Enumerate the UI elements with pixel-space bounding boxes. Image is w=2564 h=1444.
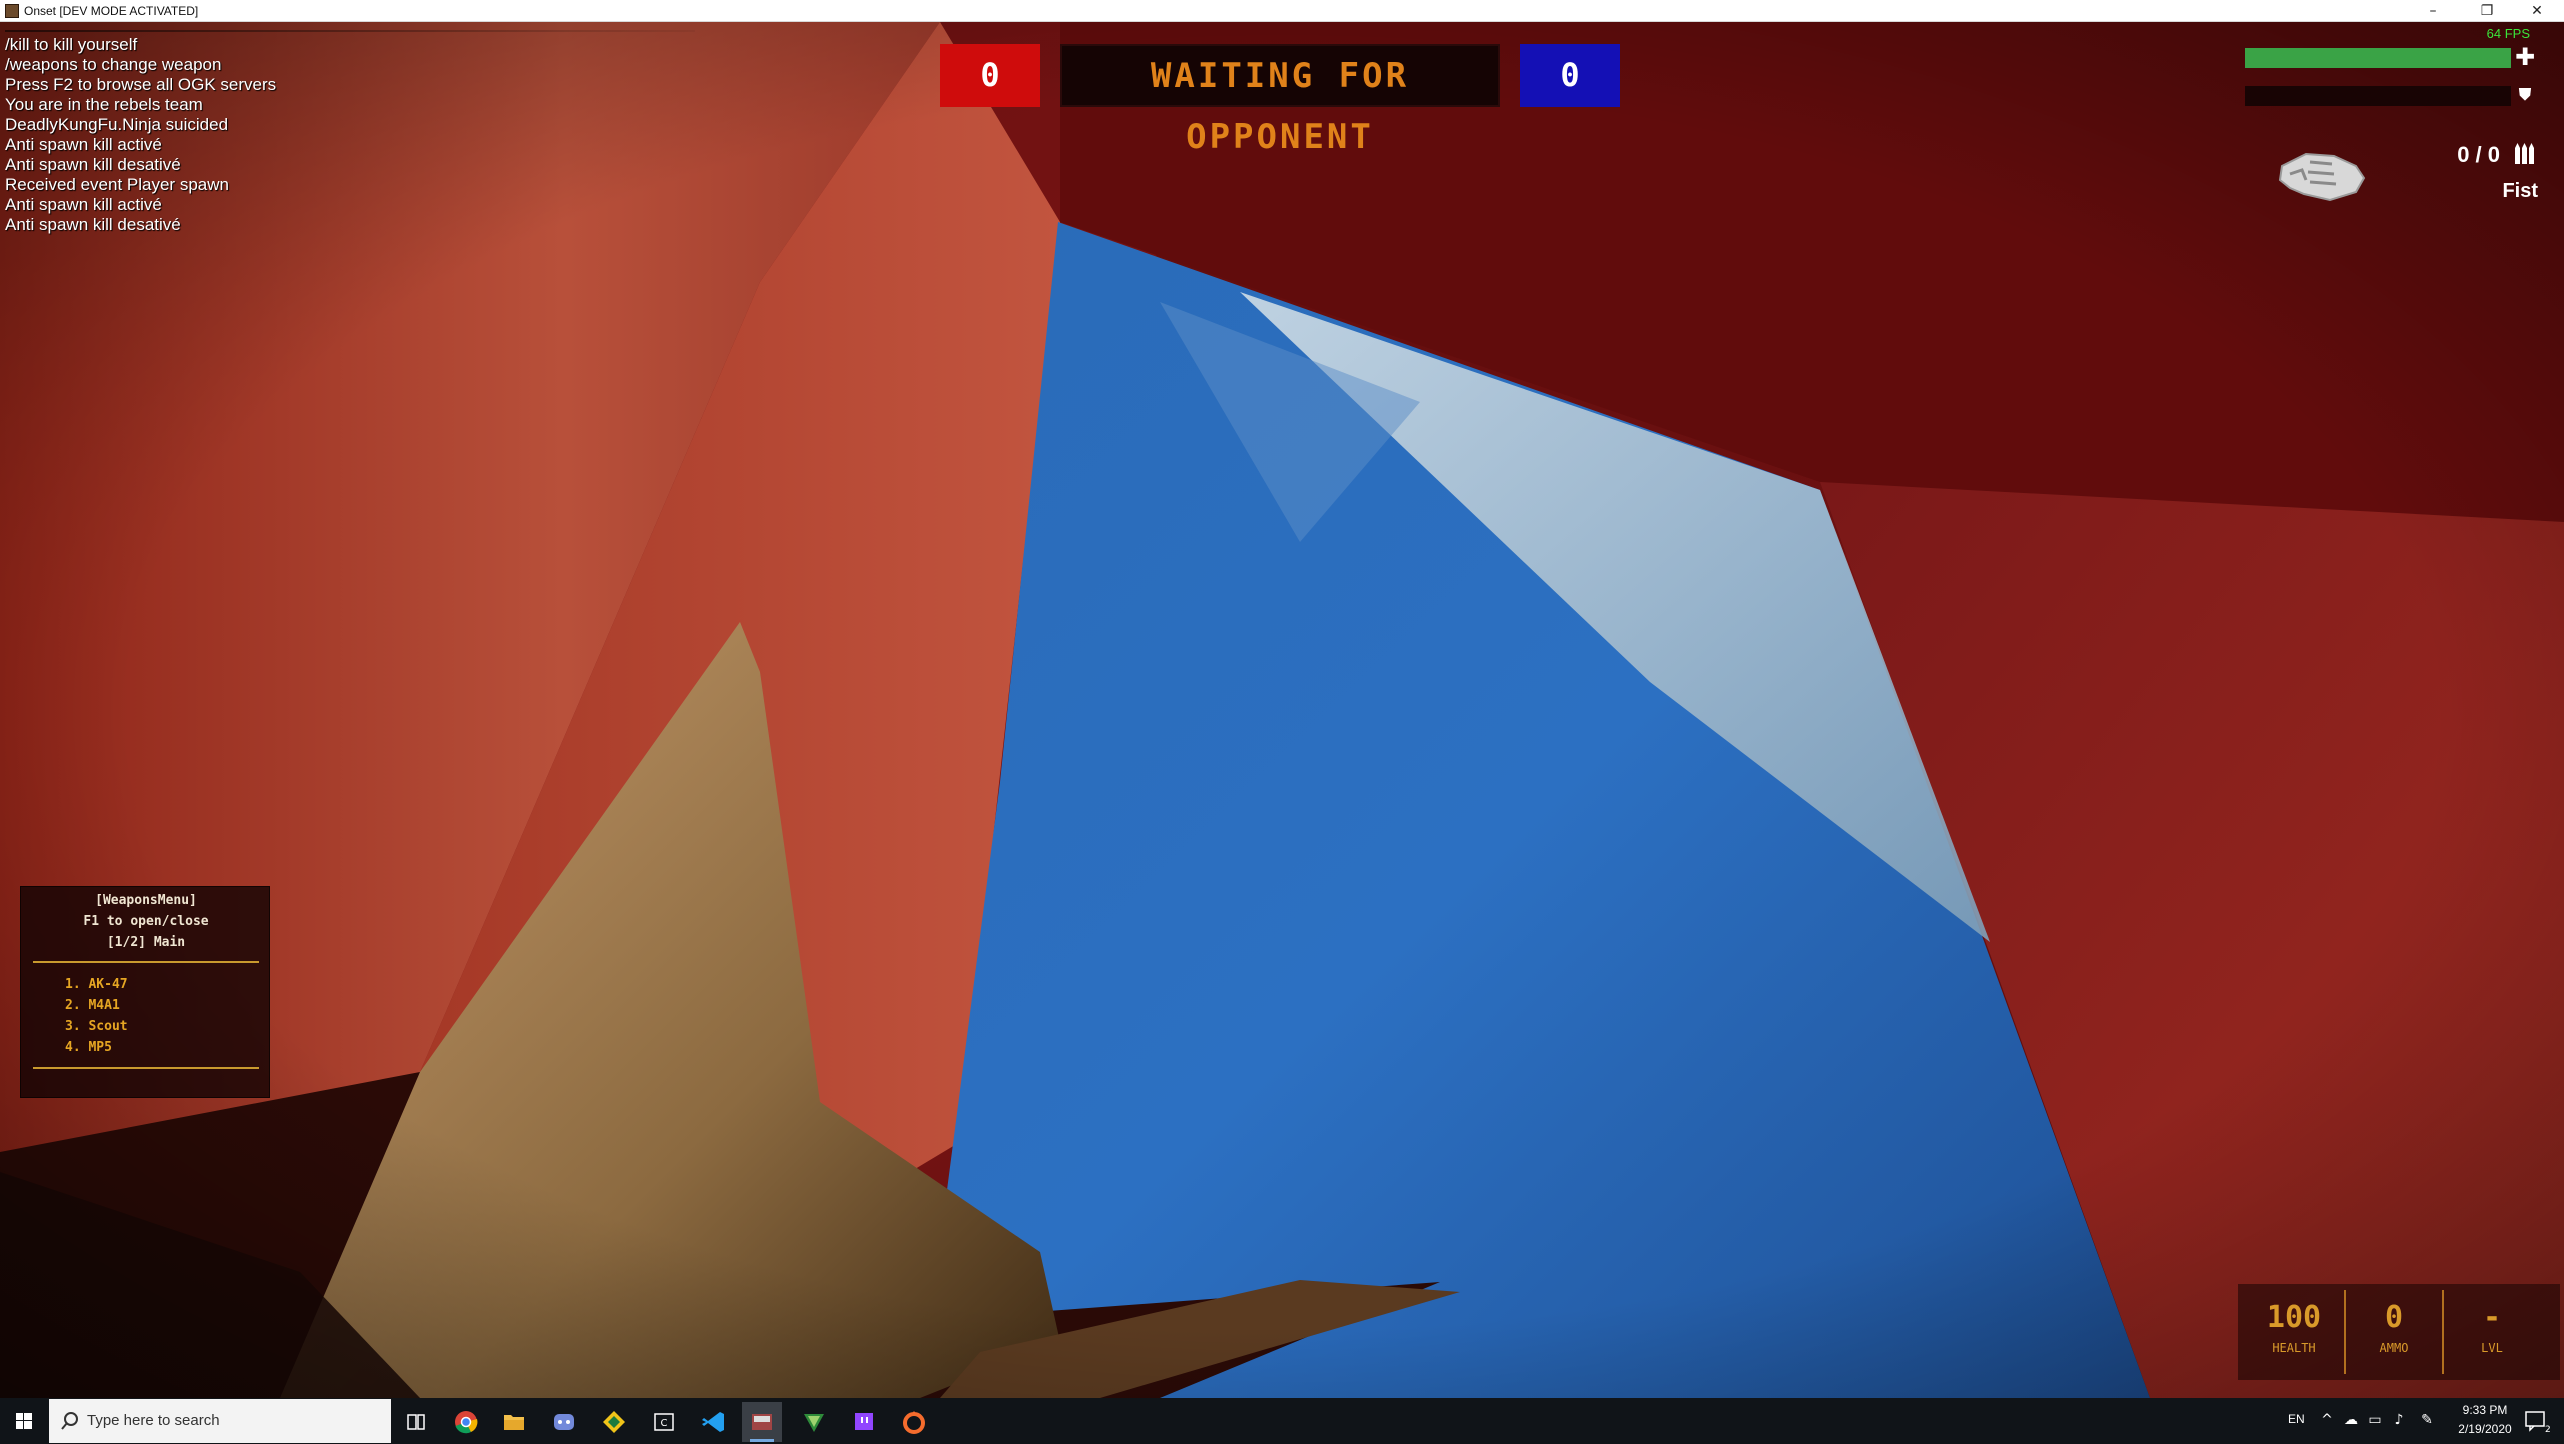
level-stat-label: LVL (2481, 1341, 2503, 1355)
weapon-option-m4a1[interactable]: 2. M4A1 (65, 998, 120, 1013)
weapon-option-mp5[interactable]: 4. MP5 (65, 1040, 112, 1055)
cpu-monitor-icon[interactable]: C (644, 1402, 684, 1442)
onset-app-icon (5, 4, 19, 18)
stats-panel: 100 HEALTH 0 AMMO - LVL (2238, 1284, 2560, 1380)
health-bar (2245, 48, 2511, 68)
chat-line: Received event Player spawn (5, 175, 229, 194)
minimize-button[interactable]: – (2410, 0, 2456, 22)
cloud-icon[interactable]: ☁ (2342, 1410, 2360, 1430)
window-title: Onset [DEV MODE ACTIVATED] (24, 4, 199, 18)
taskbar: Type here to search C EN ^ ☁ ▭ ♪ ✎ 9:33 … (0, 1398, 2564, 1444)
health-stat: 100 HEALTH (2246, 1284, 2342, 1380)
search-placeholder: Type here to search (87, 1412, 220, 1429)
origin-icon[interactable] (894, 1402, 934, 1442)
shield-icon: ⛊ (2518, 85, 2532, 105)
file-explorer-icon[interactable] (494, 1402, 534, 1442)
weapon-name: Fist (2502, 180, 2538, 202)
level-stat-value: - (2482, 1300, 2502, 1335)
chat-line: /weapons to change weapon (5, 55, 222, 74)
chat-line: You are in the rebels team (5, 95, 203, 114)
task-view-icon[interactable] (396, 1402, 436, 1442)
health-stat-label: HEALTH (2272, 1341, 2316, 1355)
git-client-icon[interactable] (594, 1402, 634, 1442)
twitch-icon[interactable] (844, 1402, 884, 1442)
onset-icon (752, 1414, 772, 1430)
chat-line: Press F2 to browse all OGK servers (5, 75, 277, 94)
weapon-option-ak47[interactable]: 1. AK-47 (65, 977, 128, 992)
blue-team-score: 0 (1520, 44, 1620, 107)
chat-line: DeadlyKungFu.Ninja suicided (5, 115, 229, 134)
chat-line: Anti spawn kill desativé (5, 155, 181, 174)
language-indicator[interactable]: EN (2288, 1412, 2305, 1426)
network-icon[interactable]: ▭ (2366, 1410, 2384, 1430)
restore-button[interactable]: ❐ (2464, 0, 2510, 22)
volume-icon[interactable]: ♪ (2390, 1410, 2408, 1430)
game-viewport[interactable]: /kill to kill yourself /weapons to chang… (0, 22, 2564, 1398)
chat-line: /kill to kill yourself (5, 35, 138, 54)
weapons-menu: [WeaponsMenu] F1 to open/close [1/2] Mai… (20, 886, 270, 1098)
chat-log: /kill to kill yourself /weapons to chang… (5, 30, 695, 235)
chat-line: Anti spawn kill activé (5, 135, 162, 154)
weapon-option-scout[interactable]: 3. Scout (65, 1019, 128, 1034)
match-status-banner: WAITING FOR OPPONENT (1060, 44, 1500, 157)
chat-line: Anti spawn kill activé (5, 195, 162, 214)
taskbar-search-input[interactable]: Type here to search (49, 1399, 391, 1443)
clock-date[interactable]: 2/19/2020 (2440, 1422, 2530, 1436)
fps-counter: 64 FPS (2486, 26, 2530, 41)
ammo-stat-value: 0 (2384, 1300, 2404, 1335)
armor-bar (2245, 86, 2511, 106)
weapons-menu-title: [WeaponsMenu] (95, 893, 197, 908)
chevron-up-icon[interactable]: ^ (2318, 1410, 2336, 1430)
health-bar-fill (2245, 48, 2511, 68)
vim-icon[interactable] (794, 1402, 834, 1442)
pen-icon[interactable]: ✎ (2418, 1410, 2436, 1430)
ammo-counter: 0 / 0 (2457, 142, 2500, 167)
close-button[interactable]: ✕ (2514, 0, 2560, 22)
weapons-menu-divider (33, 1067, 259, 1069)
discord-icon[interactable] (544, 1402, 584, 1442)
ammo-stat: 0 AMMO (2346, 1284, 2442, 1380)
plus-icon: ✚ (2514, 43, 2536, 71)
active-indicator (750, 1439, 774, 1442)
ammo-icon (2515, 143, 2534, 164)
weapons-menu-page: [1/2] Main (106, 935, 186, 950)
weapons-menu-divider (33, 961, 259, 963)
chrome-icon[interactable] (446, 1402, 486, 1442)
ammo-stat-label: AMMO (2379, 1341, 2409, 1355)
chat-divider (5, 30, 695, 32)
windows-start-icon[interactable] (0, 1398, 48, 1444)
chat-line: Anti spawn kill desativé (5, 215, 181, 234)
notification-center-icon[interactable]: 2 (2520, 1408, 2552, 1434)
window-title-bar: Onset [DEV MODE ACTIVATED] – ❐ ✕ (0, 0, 2564, 22)
weapons-menu-hint: F1 to open/close (83, 914, 209, 929)
vscode-icon[interactable] (694, 1402, 734, 1442)
clock-time[interactable]: 9:33 PM (2440, 1403, 2530, 1417)
svg-text:C: C (661, 1418, 668, 1429)
red-team-score: 0 (940, 44, 1040, 107)
search-icon (61, 1412, 78, 1430)
health-stat-value: 100 (2266, 1300, 2322, 1335)
fist-icon (2278, 152, 2366, 202)
notification-count: 2 (2545, 1425, 2551, 1434)
onset-app-button[interactable] (742, 1402, 782, 1442)
level-stat: - LVL (2444, 1284, 2540, 1380)
